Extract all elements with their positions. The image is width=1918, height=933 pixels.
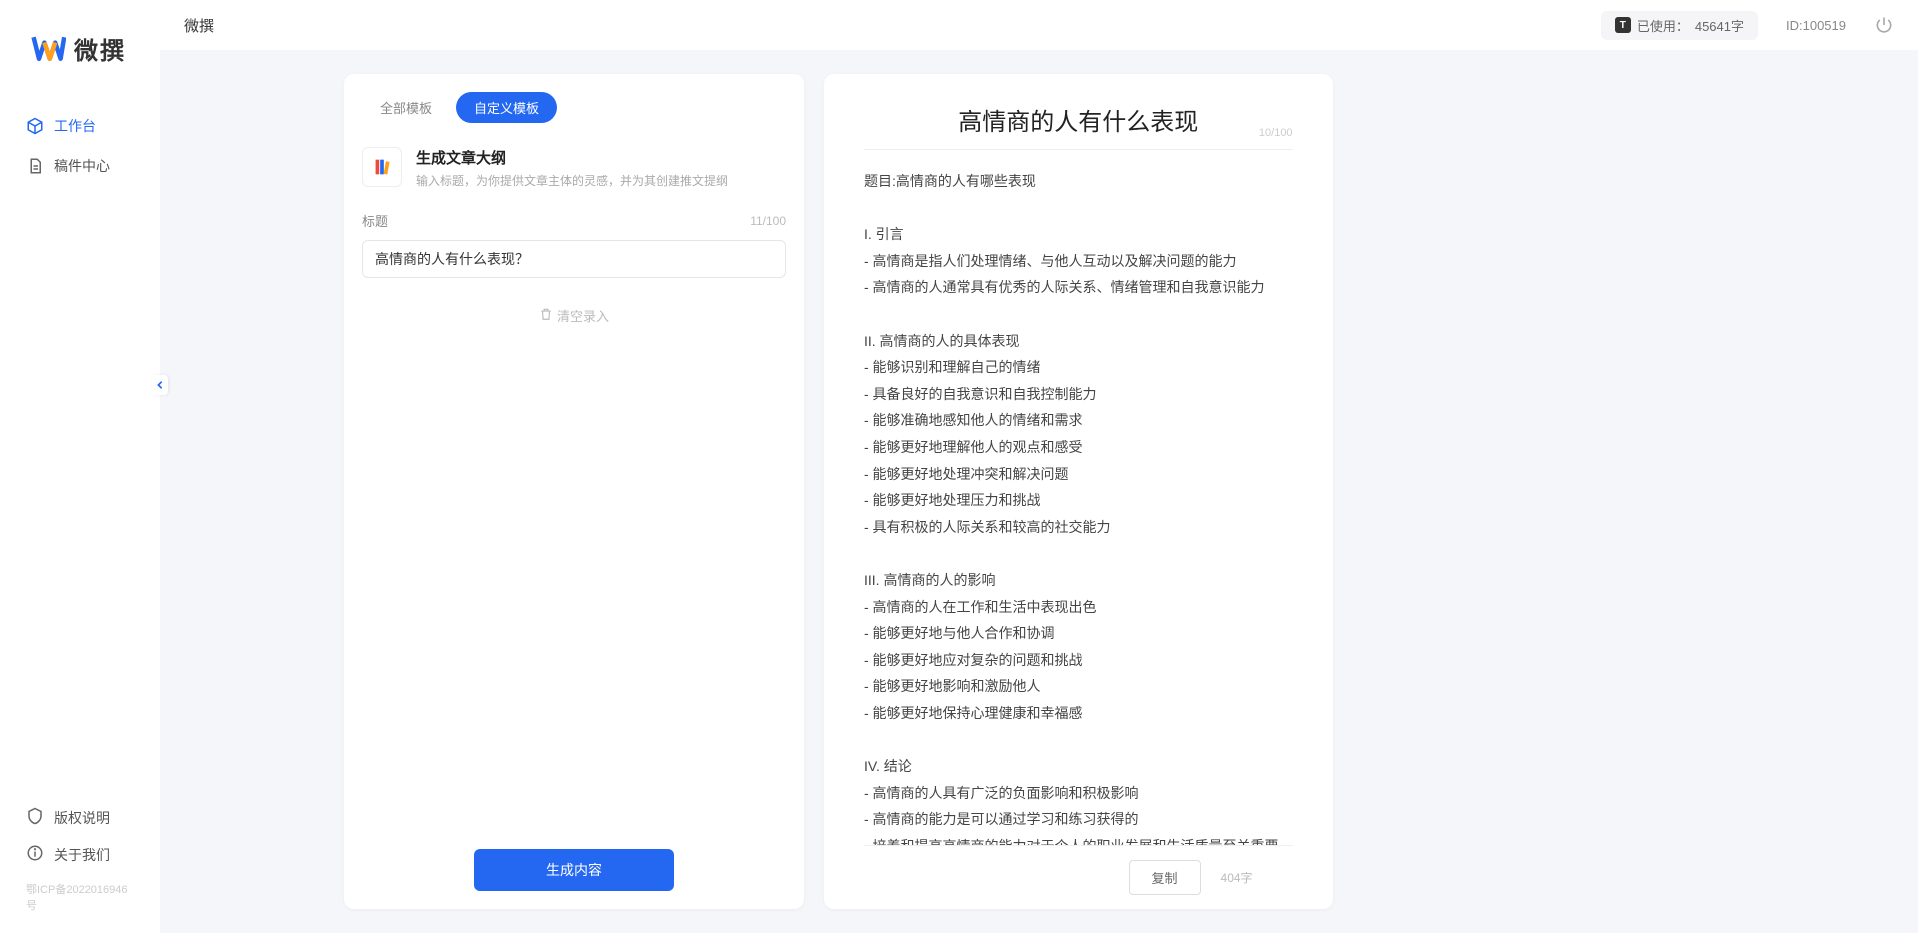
main: 全部模板 自定义模板 生成文章大纲 输入标题，为你提供文章主体的灵感，并为其创建…	[320, 50, 1357, 933]
wordcount: 404字	[1221, 869, 1253, 886]
sidebar-copyright[interactable]: 版权说明	[0, 799, 160, 836]
logo-icon	[30, 30, 66, 66]
tabs: 全部模板 自定义模板	[344, 74, 804, 123]
doc-body[interactable]: 题目:高情商的人有哪些表现 I. 引言 - 高情商是指人们处理情绪、与他人互动以…	[824, 150, 1333, 845]
nav-label: 工作台	[54, 116, 96, 136]
template-title: 生成文章大纲	[416, 147, 728, 168]
text-icon: T	[1615, 17, 1631, 33]
header: 微撰 T 已使用： 45641字 ID:100519	[160, 0, 1918, 50]
nav-workspace[interactable]: 工作台	[0, 106, 160, 146]
clear-button[interactable]: 清空录入	[344, 278, 804, 353]
icp-text: 鄂ICP备2022016946号	[0, 873, 160, 923]
shield-icon	[26, 807, 44, 828]
panel-left: 全部模板 自定义模板 生成文章大纲 输入标题，为你提供文章主体的灵感，并为其创建…	[344, 74, 804, 909]
template-block: 生成文章大纲 输入标题，为你提供文章主体的灵感，并为其创建推文提纲	[344, 123, 804, 205]
template-desc: 输入标题，为你提供文章主体的灵感，并为其创建推文提纲	[416, 172, 728, 189]
collapse-toggle[interactable]	[152, 375, 168, 395]
title-label: 标题	[362, 211, 388, 230]
sidebar-about[interactable]: 关于我们	[0, 836, 160, 873]
form-section: 标题 11/100	[344, 205, 804, 278]
cube-icon	[26, 117, 44, 135]
clear-label: 清空录入	[557, 306, 609, 325]
title-input[interactable]	[362, 240, 786, 278]
doc-title-counter: 10/100	[1259, 127, 1293, 139]
trash-icon	[539, 307, 553, 324]
copy-button[interactable]: 复制	[1129, 860, 1201, 895]
power-icon[interactable]	[1874, 15, 1894, 35]
generate-button[interactable]: 生成内容	[474, 849, 674, 891]
nav-label: 稿件中心	[54, 156, 110, 176]
doc-title[interactable]: 高情商的人有什么表现	[904, 102, 1253, 137]
sidebar-bottom: 版权说明 关于我们 鄂ICP备2022016946号	[0, 789, 160, 933]
usage-badge[interactable]: T 已使用： 45641字	[1601, 11, 1758, 40]
header-title: 微撰	[184, 15, 214, 36]
books-icon	[362, 147, 402, 187]
nav: 工作台 稿件中心	[0, 96, 160, 789]
usage-value: 45641字	[1695, 16, 1744, 35]
sidebar-bottom-label: 关于我们	[54, 845, 110, 865]
panel-right: 高情商的人有什么表现 10/100 题目:高情商的人有哪些表现 I. 引言 - …	[824, 74, 1333, 909]
logo-text: 微撰	[74, 31, 126, 66]
sidebar: 微撰 工作台 稿件中心 版权说明	[0, 0, 160, 933]
info-icon	[26, 844, 44, 865]
usage-label: 已使用：	[1637, 16, 1689, 35]
tab-custom-templates[interactable]: 自定义模板	[456, 92, 557, 123]
user-id: ID:100519	[1786, 18, 1846, 33]
logo: 微撰	[0, 0, 160, 96]
title-counter: 11/100	[750, 214, 786, 228]
nav-drafts[interactable]: 稿件中心	[0, 146, 160, 186]
sidebar-bottom-label: 版权说明	[54, 808, 110, 828]
tab-all-templates[interactable]: 全部模板	[362, 92, 450, 123]
document-icon	[26, 157, 44, 175]
